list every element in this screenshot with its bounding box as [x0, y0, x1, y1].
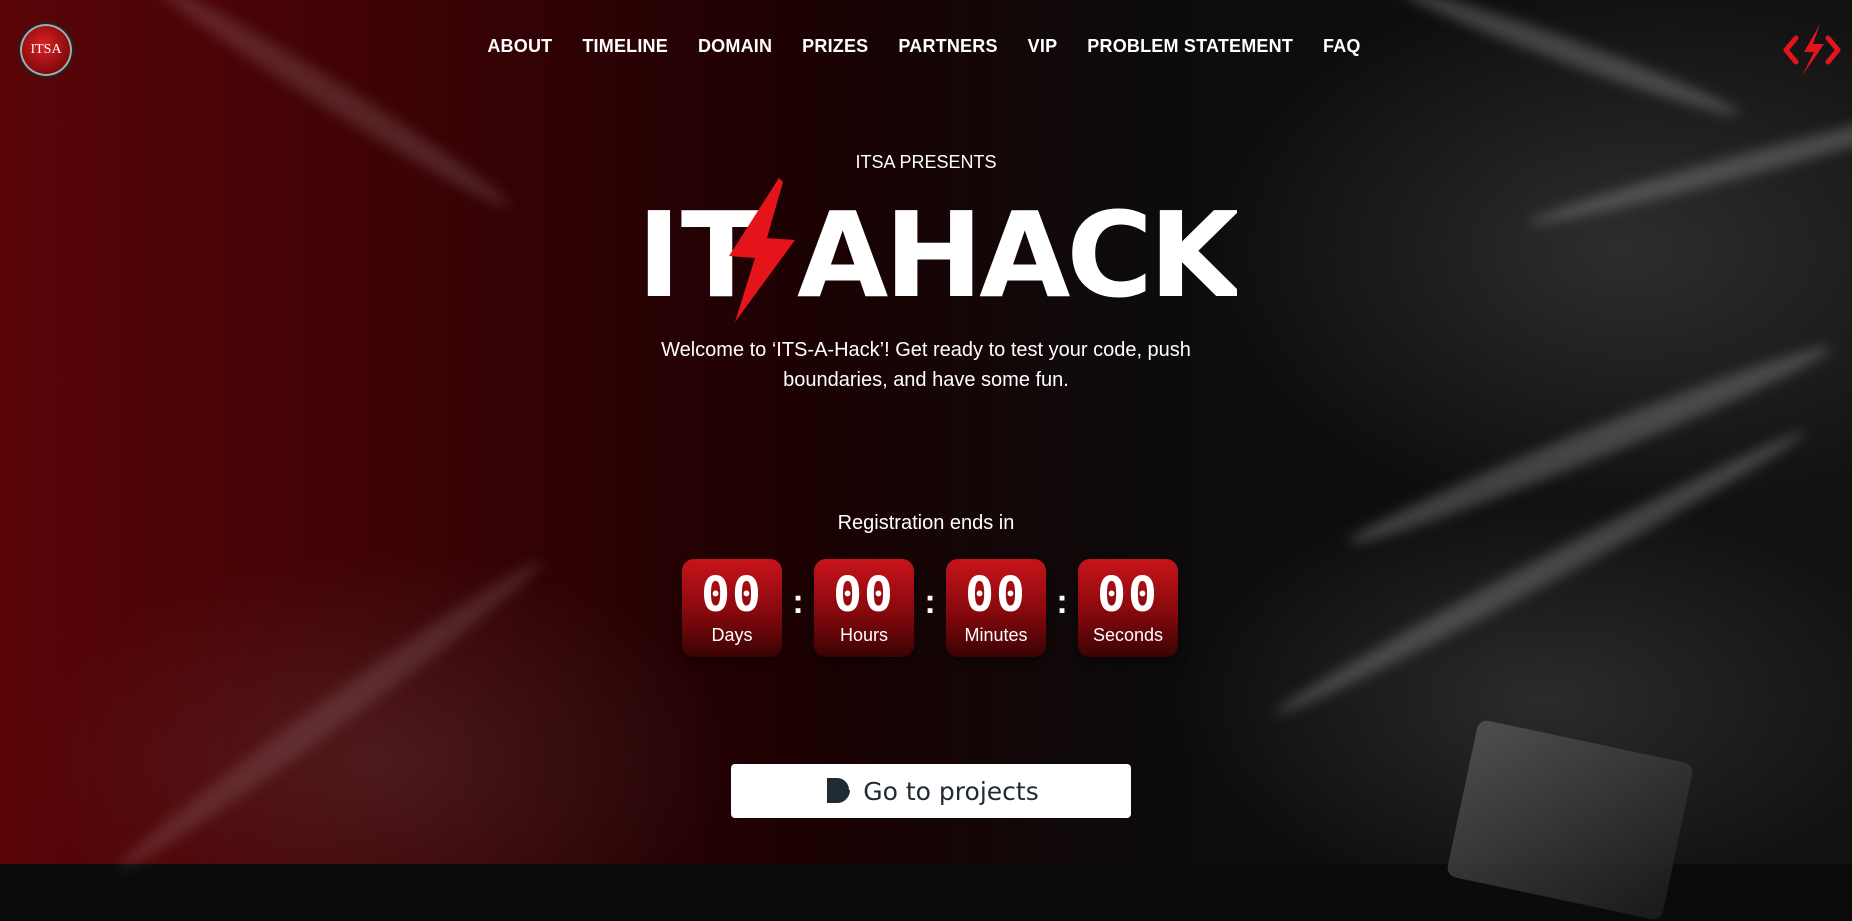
tagline-line1: Welcome to ‘ITS-A-Hack’! Get ready to te… — [661, 339, 1191, 361]
seconds-value: 00 — [1097, 567, 1159, 623]
code-bolt-icon[interactable] — [1782, 20, 1842, 80]
countdown-separator: : — [924, 583, 936, 621]
minutes-value: 00 — [965, 567, 1027, 623]
hero-title: IT AHACK — [637, 178, 1249, 333]
hours-label: Hours — [839, 625, 888, 645]
hours-value: 00 — [833, 567, 895, 623]
nav-vip[interactable]: VIP — [1028, 36, 1058, 57]
nav-faq[interactable]: FAQ — [1323, 36, 1361, 57]
presents-text: ITSA PRESENTS — [855, 152, 997, 172]
countdown-timer: 00 Days : 00 Hours : 00 Minutes : 00 Sec… — [682, 559, 1178, 657]
bg-streak — [144, 0, 516, 218]
nav-timeline[interactable]: TIMELINE — [582, 36, 668, 57]
main-nav: ABOUT TIMELINE DOMAIN PRIZES PARTNERS VI… — [0, 36, 1850, 57]
devfolio-icon — [827, 778, 851, 803]
tagline: Welcome to ‘ITS-A-Hack’! Get ready to te… — [0, 335, 1852, 395]
countdown-minutes: 00 Minutes — [946, 559, 1046, 657]
seconds-label: Seconds — [1092, 625, 1164, 645]
countdown-days: 00 Days — [682, 559, 782, 657]
nav-about[interactable]: ABOUT — [487, 36, 552, 57]
days-label: Days — [711, 625, 753, 645]
nav-partners[interactable]: PARTNERS — [898, 36, 997, 57]
bg-streak — [110, 550, 550, 880]
go-to-projects-button[interactable]: Go to projects — [731, 764, 1131, 818]
bg-cube — [1445, 718, 1695, 921]
nav-problem-statement[interactable]: PROBLEM STATEMENT — [1087, 36, 1293, 57]
countdown-hours: 00 Hours — [814, 559, 914, 657]
countdown-separator: : — [792, 583, 804, 621]
countdown-separator: : — [1056, 583, 1068, 621]
background — [0, 0, 1852, 921]
days-value: 00 — [701, 567, 763, 623]
minutes-label: Minutes — [964, 625, 1028, 645]
countdown-seconds: 00 Seconds — [1078, 559, 1178, 657]
go-to-projects-label: Go to projects — [863, 776, 1039, 806]
nav-prizes[interactable]: PRIZES — [802, 36, 868, 57]
tagline-line2: boundaries, and have some fun. — [783, 369, 1069, 391]
nav-domain[interactable]: DOMAIN — [698, 36, 772, 57]
bg-streak — [1396, 0, 1744, 125]
title-right: AHACK — [797, 186, 1237, 324]
registration-heading: Registration ends in — [837, 512, 1015, 534]
